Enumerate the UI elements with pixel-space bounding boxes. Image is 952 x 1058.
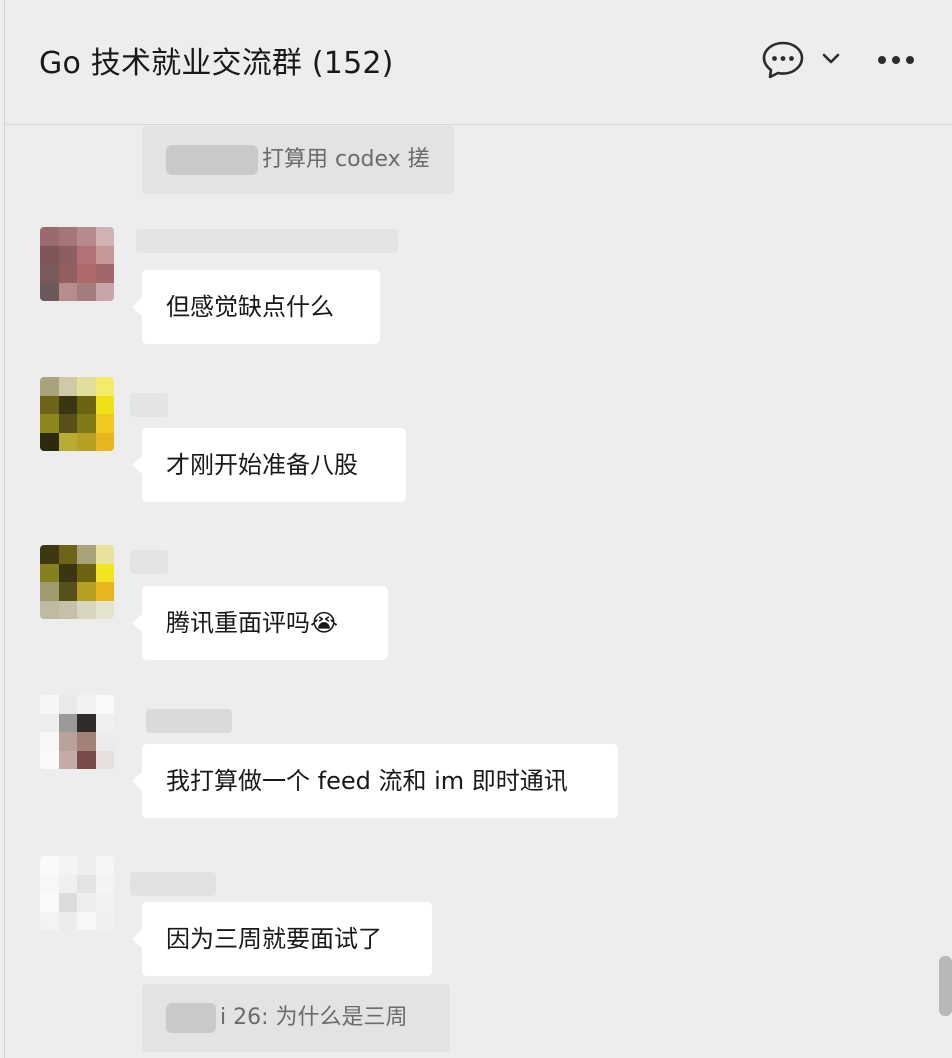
avatar[interactable] — [40, 227, 114, 301]
message-text: 但感觉缺点什么 — [166, 293, 334, 321]
quoted-message[interactable]: i 26: 为什么是三周 — [142, 984, 450, 1052]
message-bubble[interactable]: 才刚开始准备八股 — [132, 428, 406, 502]
more-icon[interactable] — [876, 54, 916, 66]
quoted-text: 打算用 codex 搓 — [262, 147, 430, 172]
blurred-sender — [166, 1003, 216, 1033]
blurred-sender-name — [130, 550, 168, 574]
message-text: 腾讯重面评吗😭 — [166, 609, 339, 637]
avatar[interactable] — [40, 545, 114, 619]
scrollbar-thumb[interactable] — [939, 956, 952, 1016]
avatar[interactable] — [40, 695, 114, 769]
quoted-text: 为什么是三周 — [268, 1005, 408, 1030]
message-bubble[interactable]: 因为三周就要面试了 — [132, 902, 432, 976]
chat-header: Go 技术就业交流群 (152) — [5, 0, 952, 125]
blurred-sender — [166, 145, 258, 175]
message-bubble[interactable]: 但感觉缺点什么 — [132, 270, 380, 344]
chevron-down-icon[interactable] — [821, 52, 841, 66]
message-text: 才刚开始准备八股 — [166, 451, 358, 479]
message-list[interactable]: 打算用 codex 搓 但感觉缺点什么 才刚开始准备八股 腾讯重面评吗😭 我打算… — [5, 125, 952, 1058]
avatar[interactable] — [40, 377, 114, 451]
message-bubble[interactable]: 腾讯重面评吗😭 — [132, 586, 388, 660]
message-text: 因为三周就要面试了 — [166, 925, 382, 953]
group-title: Go 技术就业交流群 (152) — [39, 46, 394, 81]
blurred-sender-name — [146, 709, 232, 733]
blurred-sender-name — [136, 229, 398, 253]
message-text: 我打算做一个 feed 流和 im 即时通讯 — [166, 767, 568, 795]
blurred-sender-name — [130, 393, 168, 417]
blurred-sender-name — [130, 872, 216, 896]
quoted-sender-fragment: i 26: — [220, 1005, 269, 1030]
avatar[interactable] — [40, 856, 114, 930]
quoted-message[interactable]: 打算用 codex 搓 — [142, 126, 454, 194]
chat-bubble-icon[interactable] — [761, 40, 805, 80]
message-bubble[interactable]: 我打算做一个 feed 流和 im 即时通讯 — [132, 744, 618, 818]
